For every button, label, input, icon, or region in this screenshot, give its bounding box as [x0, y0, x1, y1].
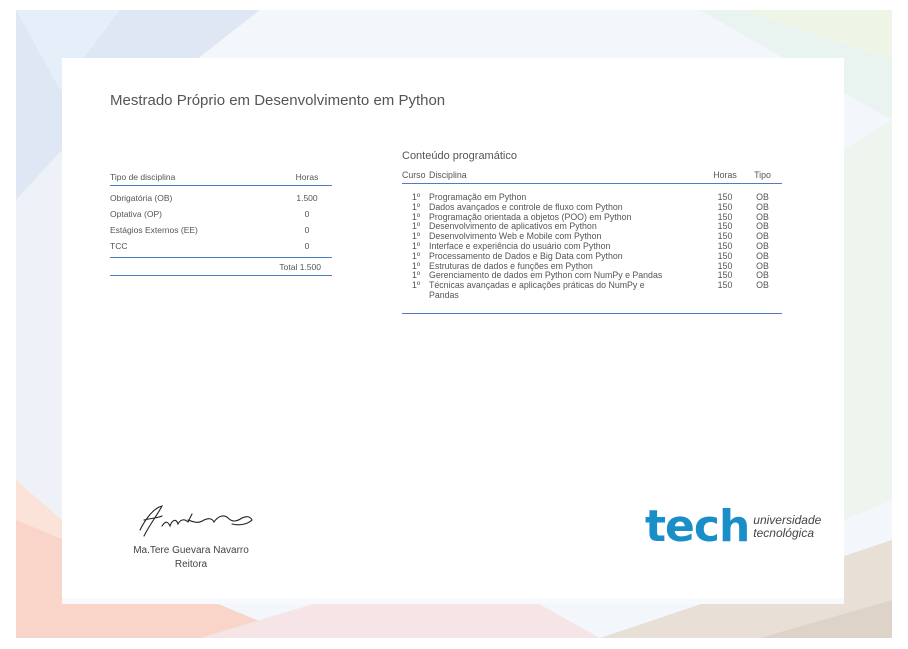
summary-type: TCC — [110, 241, 128, 251]
hours-cell: 150 — [717, 280, 733, 291]
table-row: TCC 0 — [110, 238, 332, 254]
subject-cell: Pandas — [429, 289, 459, 300]
table-row: 1º Técnicas avançadas e aplicações prátic… — [402, 280, 782, 291]
summary-total: Total 1.500 — [110, 258, 332, 276]
program-rows: 1º Programação em Python 150 OB 1º Dados avan… — [402, 184, 782, 314]
tech-logo: tech universidade tecnológica — [645, 505, 821, 549]
program-table: Curso Disciplina Horas Tipo 1º Programaçã… — [402, 170, 782, 314]
logo-brand: tech — [645, 501, 750, 552]
summary-hours: 1.500 — [296, 193, 318, 203]
logo-subtitle: universidade tecnológica — [753, 514, 821, 540]
header-subject: Disciplina — [429, 170, 467, 180]
header-type: Tipo — [754, 170, 771, 180]
signatory-block: Ma.Tere Guevara Navarro Reitora — [110, 544, 272, 572]
signature — [132, 500, 262, 545]
subject-cell: Técnicas avançadas e aplicações práticas… — [429, 280, 645, 291]
summary-header-hours: Horas — [295, 172, 319, 182]
table-row: Obrigatória (OB) 1.500 — [110, 190, 332, 206]
header-hours: Horas — [713, 170, 737, 180]
summary-table: Tipo de disciplina Horas Obrigatória (OB… — [110, 172, 332, 276]
table-row: Optativa (OP) 0 — [110, 206, 332, 222]
course-cell — [402, 291, 429, 301]
summary-hours: 0 — [304, 225, 310, 235]
summary-header: Tipo de disciplina Horas — [110, 172, 332, 186]
summary-type: Optativa (OP) — [110, 209, 162, 219]
hours-cell — [707, 291, 743, 301]
summary-header-type: Tipo de disciplina — [110, 172, 176, 182]
summary-hours: 0 — [304, 241, 310, 251]
program-header: Curso Disciplina Horas Tipo — [402, 170, 782, 184]
logo-line2: tecnológica — [753, 526, 814, 540]
summary-hours: 0 — [304, 209, 310, 219]
table-row: Pandas — [402, 289, 782, 301]
summary-type: Estágios Externos (EE) — [110, 225, 198, 235]
header-course: Curso — [402, 170, 426, 180]
type-cell: OB — [756, 280, 769, 291]
page-title: Mestrado Próprio em Desenvolvimento em P… — [110, 92, 446, 109]
summary-type: Obrigatória (OB) — [110, 193, 173, 203]
signatory-role: Reitora — [174, 559, 208, 570]
course-cell: 1º — [412, 280, 421, 291]
type-cell — [743, 291, 782, 301]
program-title: Conteúdo programático — [402, 150, 517, 162]
table-row: Estágios Externos (EE) 0 — [110, 222, 332, 238]
signatory-name: Ma.Tere Guevara Navarro — [133, 545, 249, 556]
